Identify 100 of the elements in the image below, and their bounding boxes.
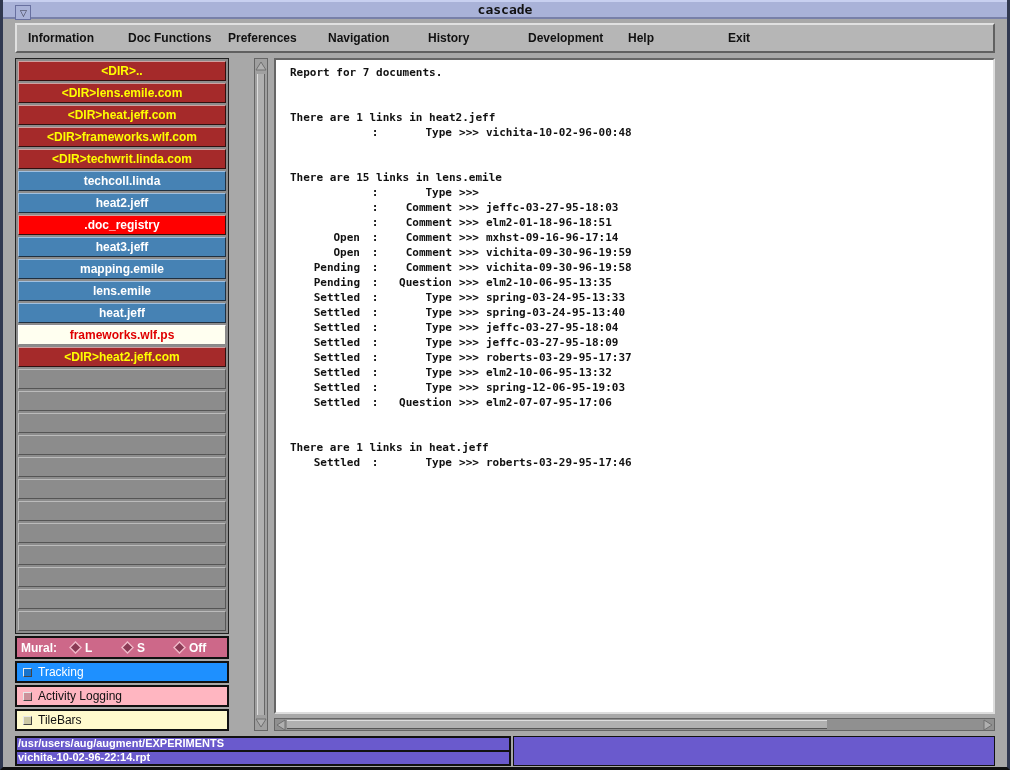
link-type: Comment (405, 231, 452, 244)
link-colon: : (371, 456, 379, 469)
link-type: Type (425, 126, 452, 139)
link-colon: : (371, 201, 379, 214)
link-target: elm2-10-06-95-13:35 (486, 275, 612, 290)
link-target: elm2-01-18-96-18:51 (486, 215, 612, 230)
link-status: Settled (313, 456, 360, 469)
link-target: jeffc-03-27-95-18:03 (486, 200, 619, 215)
link-type: Question (399, 276, 452, 289)
link-arrow: >>> (459, 381, 479, 394)
checkbox[interactable] (23, 691, 32, 701)
link-colon: : (371, 381, 379, 394)
link-status: Settled (313, 336, 360, 349)
link-colon: : (371, 321, 379, 334)
file-name-field: vichita-10-02-96-22:14.rpt (16, 751, 510, 765)
window-title: cascade (477, 2, 533, 17)
link-arrow: >>> (459, 366, 479, 379)
link-type: Type (425, 186, 452, 199)
link-target: spring-03-24-95-13:33 (486, 290, 626, 305)
menu-item[interactable]: Information (28, 31, 94, 45)
link-target: elm2-07-07-95-17:06 (486, 395, 612, 410)
section-title: There are 15 links in lens.emile (290, 170, 503, 185)
link-colon: : (371, 291, 379, 304)
file-button[interactable]: <DIR>heat.jeff.com (18, 105, 226, 125)
link-status: Settled (313, 291, 360, 304)
scroll-down-arrow-icon[interactable] (255, 717, 267, 729)
file-button[interactable]: techcoll.linda (18, 171, 226, 191)
link-arrow: >>> (459, 306, 479, 319)
file-button[interactable]: <DIR>lens.emile.com (18, 83, 226, 103)
file-button[interactable]: heat3.jeff (18, 237, 226, 257)
checkbox[interactable] (23, 715, 32, 725)
link-status: Settled (313, 381, 360, 394)
link-target: vichita-10-02-96-00:48 (486, 125, 632, 140)
link-status: Settled (313, 306, 360, 319)
mural-radio[interactable]: S (121, 640, 161, 655)
scroll-right-arrow-icon[interactable] (982, 718, 994, 731)
menu-item[interactable]: Navigation (328, 31, 390, 45)
link-colon: : (371, 231, 379, 244)
link-target: spring-03-24-95-13:40 (486, 305, 626, 320)
link-arrow: >>> (459, 201, 479, 214)
link-arrow: >>> (459, 186, 479, 199)
menu-item[interactable]: History (428, 31, 470, 45)
link-target: mxhst-09-16-96-17:14 (486, 230, 619, 245)
file-button[interactable]: <DIR>heat2.jeff.com (18, 347, 226, 367)
link-arrow: >>> (459, 291, 479, 304)
toggle-option[interactable]: TileBars (15, 709, 229, 731)
link-type: Type (425, 336, 452, 349)
link-arrow: >>> (459, 456, 479, 469)
link-type: Type (425, 351, 452, 364)
file-button[interactable]: <DIR>.. (18, 61, 226, 81)
link-arrow: >>> (459, 231, 479, 244)
menu-item[interactable]: Preferences (228, 31, 297, 45)
file-button[interactable]: lens.emile (18, 281, 226, 301)
link-status: Settled (313, 396, 360, 409)
link-colon: : (371, 261, 379, 274)
scroll-left-arrow-icon[interactable] (275, 718, 287, 731)
link-colon: : (371, 351, 379, 364)
menu-item[interactable]: Doc Functions (128, 31, 212, 45)
link-arrow: >>> (459, 261, 479, 274)
link-type: Type (425, 366, 452, 379)
mural-label: Mural: (21, 640, 57, 655)
link-status: Settled (313, 351, 360, 364)
link-status: Pending (313, 261, 360, 274)
mural-radio[interactable]: Off (173, 640, 213, 655)
link-arrow: >>> (459, 216, 479, 229)
link-colon: : (371, 306, 379, 319)
mural-radio[interactable]: L (69, 640, 109, 655)
link-arrow: >>> (459, 126, 479, 139)
link-arrow: >>> (459, 276, 479, 289)
menu-item[interactable]: Help (628, 31, 654, 45)
section-title: There are 1 links in heat.jeff (290, 440, 490, 455)
link-arrow: >>> (459, 321, 479, 334)
link-arrow: >>> (459, 351, 479, 364)
file-button[interactable]: heat2.jeff (18, 193, 226, 213)
file-button[interactable]: mapping.emile (18, 259, 226, 279)
file-button[interactable]: frameworks.wlf.ps (18, 325, 226, 345)
link-target: roberts-03-29-95-17:46 (486, 455, 632, 470)
link-colon: : (371, 366, 379, 379)
menu-item[interactable]: Exit (728, 31, 750, 45)
file-button[interactable]: .doc_registry (18, 215, 226, 235)
link-arrow: >>> (459, 396, 479, 409)
link-arrow: >>> (459, 336, 479, 349)
link-colon: : (371, 186, 379, 199)
link-status: Settled (313, 321, 360, 334)
link-type: Comment (405, 246, 452, 259)
file-button[interactable]: <DIR>techwrit.linda.com (18, 149, 226, 169)
link-colon: : (371, 276, 379, 289)
checkbox[interactable] (23, 667, 32, 677)
link-colon: : (371, 216, 379, 229)
link-type: Comment (405, 201, 452, 214)
link-target: jeffc-03-27-95-18:04 (486, 320, 619, 335)
scroll-up-arrow-icon[interactable] (255, 60, 267, 72)
link-colon: : (371, 246, 379, 259)
file-button[interactable]: <DIR>frameworks.wlf.com (18, 127, 226, 147)
link-type: Comment (405, 216, 452, 229)
toggle-option[interactable]: Activity Logging (15, 685, 229, 707)
file-button[interactable]: heat.jeff (18, 303, 226, 323)
menu-item[interactable]: Development (528, 31, 604, 45)
window-menu-button[interactable]: ▽ (15, 5, 31, 20)
link-type: Comment (405, 261, 452, 274)
